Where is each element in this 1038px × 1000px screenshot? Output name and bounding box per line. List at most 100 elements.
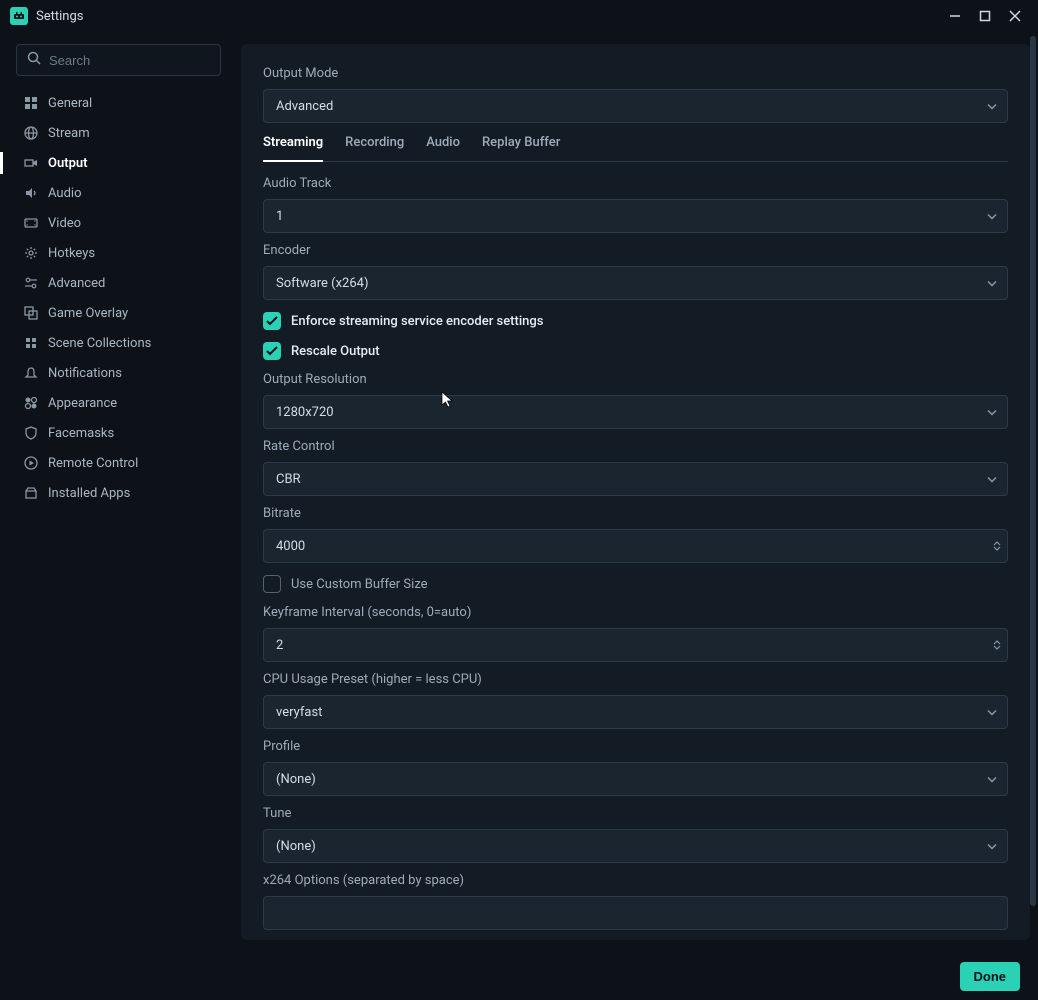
maximize-button[interactable] [970, 2, 1000, 30]
minimize-button[interactable] [940, 2, 970, 30]
tune-select[interactable]: (None) [263, 829, 1008, 863]
scrollbar-thumb[interactable] [1030, 36, 1036, 906]
output-mode-select[interactable]: Advanced [263, 89, 1008, 123]
tab-audio[interactable]: Audio [426, 135, 460, 161]
rescale-output-checkbox[interactable] [263, 342, 281, 360]
cpu-preset-label: CPU Usage Preset (higher = less CPU) [263, 672, 1008, 687]
sidebar: General Stream Output Audio Video Hotkey… [16, 44, 221, 940]
check-icon [266, 316, 278, 326]
output-mode-value: Advanced [276, 99, 333, 114]
profile-select[interactable]: (None) [263, 762, 1008, 796]
check-icon [266, 346, 278, 356]
encoder-select[interactable]: Software (x264) [263, 266, 1008, 300]
bell-icon [22, 364, 40, 382]
bitrate-input[interactable]: 4000 [263, 529, 1008, 563]
collections-icon [22, 334, 40, 352]
sidebar-item-video[interactable]: Video [16, 208, 221, 238]
keyframe-interval-input[interactable]: 2 [263, 628, 1008, 662]
play-circle-icon [22, 454, 40, 472]
done-button[interactable]: Done [960, 962, 1021, 991]
sidebar-item-remote-control[interactable]: Remote Control [16, 448, 221, 478]
sidebar-item-label: Advanced [48, 276, 105, 291]
chevron-down-icon [987, 405, 997, 420]
audio-track-value: 1 [276, 209, 283, 224]
bitrate-value: 4000 [276, 539, 305, 554]
sidebar-item-facemasks[interactable]: Facemasks [16, 418, 221, 448]
sidebar-item-general[interactable]: General [16, 88, 221, 118]
x264-options-input[interactable] [263, 896, 1008, 930]
spinner-controls[interactable] [993, 541, 1001, 551]
tab-streaming[interactable]: Streaming [263, 135, 323, 162]
rescale-output-row[interactable]: Rescale Output [263, 342, 1008, 360]
sidebar-item-label: Facemasks [48, 426, 114, 441]
sidebar-item-label: Video [48, 216, 81, 231]
search-box[interactable] [16, 44, 221, 76]
output-resolution-value: 1280x720 [276, 405, 334, 420]
encoder-label: Encoder [263, 243, 1008, 258]
rate-control-select[interactable]: CBR [263, 462, 1008, 496]
sidebar-item-game-overlay[interactable]: Game Overlay [16, 298, 221, 328]
bitrate-label: Bitrate [263, 506, 1008, 521]
grid-icon [22, 94, 40, 112]
custom-buffer-row[interactable]: Use Custom Buffer Size [263, 575, 1008, 593]
sidebar-item-notifications[interactable]: Notifications [16, 358, 221, 388]
cpu-preset-value: veryfast [276, 705, 322, 720]
rate-control-label: Rate Control [263, 439, 1008, 454]
sidebar-item-audio[interactable]: Audio [16, 178, 221, 208]
sidebar-item-installed-apps[interactable]: Installed Apps [16, 478, 221, 508]
cpu-preset-select[interactable]: veryfast [263, 695, 1008, 729]
close-button[interactable] [1000, 2, 1030, 30]
content-panel: Output Mode Advanced Streaming Recording… [241, 44, 1030, 940]
x264-options-field[interactable] [276, 906, 995, 921]
audio-icon [22, 184, 40, 202]
app-icon [10, 7, 28, 25]
gear-icon [22, 244, 40, 262]
tune-value: (None) [276, 839, 316, 854]
tab-recording[interactable]: Recording [345, 135, 404, 161]
chevron-down-icon [987, 209, 997, 224]
sidebar-item-label: Installed Apps [48, 486, 130, 501]
chevron-down-icon [987, 99, 997, 114]
audio-track-select[interactable]: 1 [263, 199, 1008, 233]
tune-label: Tune [263, 806, 1008, 821]
sidebar-item-label: Output [48, 156, 88, 171]
footer: Done [0, 952, 1038, 1000]
spinner-controls[interactable] [993, 640, 1001, 650]
tab-replay-buffer[interactable]: Replay Buffer [482, 135, 560, 161]
sliders-icon [22, 274, 40, 292]
sidebar-item-output[interactable]: Output [16, 148, 221, 178]
sidebar-item-stream[interactable]: Stream [16, 118, 221, 148]
globe-icon [22, 124, 40, 142]
profile-value: (None) [276, 772, 316, 787]
appearance-icon [22, 394, 40, 412]
encoder-value: Software (x264) [276, 276, 369, 291]
enforce-settings-checkbox[interactable] [263, 312, 281, 330]
search-input[interactable] [49, 53, 210, 68]
output-resolution-select[interactable]: 1280x720 [263, 395, 1008, 429]
sidebar-item-advanced[interactable]: Advanced [16, 268, 221, 298]
chevron-down-icon [993, 645, 1001, 650]
overlay-icon [22, 304, 40, 322]
chevron-down-icon [993, 546, 1001, 551]
window-title: Settings [36, 9, 83, 24]
chevron-down-icon [987, 839, 997, 854]
chevron-down-icon [987, 472, 997, 487]
sidebar-item-label: Scene Collections [48, 336, 151, 351]
chevron-down-icon [987, 772, 997, 787]
sidebar-item-appearance[interactable]: Appearance [16, 388, 221, 418]
custom-buffer-checkbox[interactable] [263, 575, 281, 593]
scrollbar-track[interactable] [1030, 36, 1036, 946]
sidebar-item-scene-collections[interactable]: Scene Collections [16, 328, 221, 358]
sidebar-item-label: General [48, 96, 92, 111]
apps-icon [22, 484, 40, 502]
keyframe-interval-value: 2 [276, 638, 283, 653]
enforce-settings-row[interactable]: Enforce streaming service encoder settin… [263, 312, 1008, 330]
chevron-down-icon [987, 276, 997, 291]
sidebar-item-label: Notifications [48, 366, 122, 381]
sidebar-item-hotkeys[interactable]: Hotkeys [16, 238, 221, 268]
shield-icon [22, 424, 40, 442]
output-icon [22, 154, 40, 172]
output-resolution-label: Output Resolution [263, 372, 1008, 387]
chevron-down-icon [987, 705, 997, 720]
sidebar-item-label: Appearance [48, 396, 117, 411]
